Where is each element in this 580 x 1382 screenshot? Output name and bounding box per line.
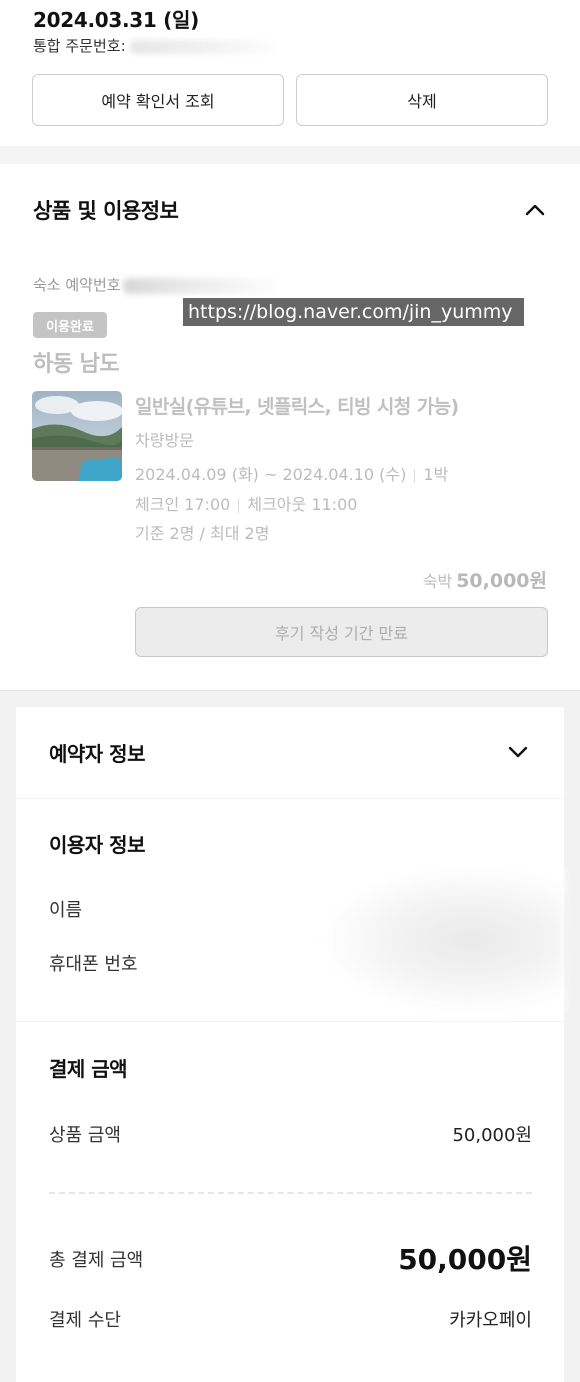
stay-dates-text: 2024.04.09 (화) ~ 2024.04.10 (수)	[135, 465, 407, 484]
product-section-title: 상품 및 이용정보	[33, 199, 179, 223]
divider	[414, 468, 416, 483]
stay-reservation-number: 숙소 예약번호	[33, 274, 283, 295]
chevron-down-icon[interactable]	[507, 741, 529, 763]
checkin-time: 체크인 17:00	[135, 495, 231, 514]
view-confirmation-button[interactable]: 예약 확인서 조회	[32, 74, 284, 126]
hotel-name: 하동 남도	[33, 352, 120, 377]
occupancy: 기준 2명 / 최대 2명	[135, 524, 270, 543]
stay-price-value: 50,000원	[456, 570, 547, 592]
user-section-title: 이용자 정보	[49, 833, 145, 857]
order-header: 2024.03.31 (일) 통합 주문번호: 예약 확인서 조회 삭제	[0, 0, 580, 146]
payment-method-value: 카카오페이	[449, 1310, 532, 1331]
delete-button[interactable]: 삭제	[296, 74, 548, 126]
total-amount-label: 총 결제 금액	[49, 1250, 144, 1271]
chevron-up-icon[interactable]	[524, 199, 546, 221]
status-badge: 이용완료	[33, 312, 107, 338]
stay-reservation-redacted	[122, 277, 283, 294]
stay-reservation-label: 숙소 예약번호	[33, 276, 121, 294]
order-number-redacted	[129, 39, 280, 54]
payment-section-title: 결제 금액	[49, 1057, 128, 1081]
nights: 1박	[423, 465, 449, 484]
redacted-user-info	[330, 870, 564, 1010]
divider	[238, 498, 240, 513]
product-amount-value: 50,000원	[452, 1125, 532, 1146]
payment-card: 결제 금액 상품 금액 50,000원 총 결제 금액 50,000원 결제 수…	[16, 1022, 564, 1382]
room-thumbnail[interactable]	[32, 391, 122, 481]
booker-section-title: 예약자 정보	[49, 742, 145, 766]
room-photo	[32, 391, 122, 481]
total-amount-value: 50,000원	[398, 1243, 532, 1276]
checkout-time: 체크아웃 11:00	[247, 495, 358, 514]
room-name: 일반실(유튜브, 넷플릭스, 티빙 시청 가능)	[135, 396, 459, 418]
order-date: 2024.03.31 (일)	[33, 8, 199, 32]
write-review-button[interactable]: 후기 작성 기간 만료	[135, 607, 548, 657]
user-name-label: 이름	[49, 900, 83, 921]
payment-divider	[49, 1192, 532, 1194]
booker-info-card[interactable]: 예약자 정보	[16, 707, 564, 798]
stay-price-label: 숙박	[422, 572, 453, 591]
stay-dates: 2024.04.09 (화) ~ 2024.04.10 (수) 1박	[135, 461, 448, 485]
product-amount-label: 상품 금액	[49, 1125, 121, 1146]
order-number: 통합 주문번호:	[33, 35, 280, 56]
check-times: 체크인 17:00 체크아웃 11:00	[135, 491, 357, 515]
stay-price: 숙박 50,000원	[423, 566, 547, 593]
section-separator	[0, 146, 580, 164]
blog-watermark: https://blog.naver.com/jin_yummy	[183, 298, 524, 326]
order-number-label: 통합 주문번호:	[33, 37, 126, 55]
visit-type: 차량방문	[135, 431, 194, 450]
user-phone-label: 휴대폰 번호	[49, 954, 138, 975]
payment-method-label: 결제 수단	[49, 1310, 121, 1331]
